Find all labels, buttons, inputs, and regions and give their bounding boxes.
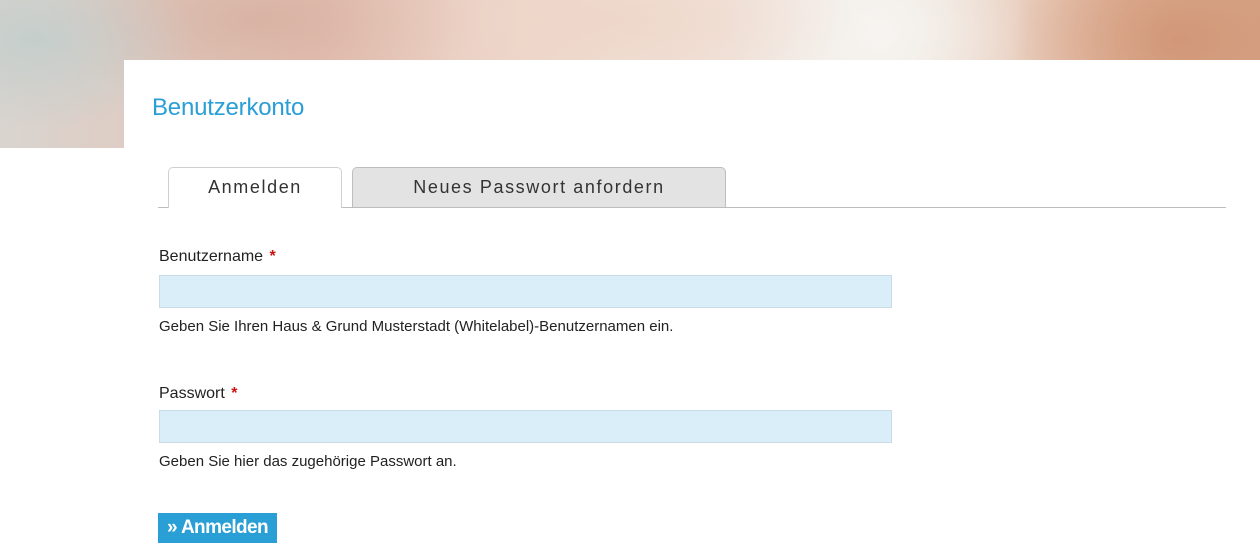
username-help-text: Geben Sie Ihren Haus & Grund Musterstadt… — [159, 318, 674, 335]
username-input[interactable] — [159, 275, 892, 308]
password-required-marker: * — [231, 385, 238, 402]
page-title: Benutzerkonto — [152, 94, 305, 121]
page: Benutzerkonto Anmelden Neues Passwort an… — [0, 0, 1260, 543]
tab-anmelden[interactable]: Anmelden — [168, 167, 342, 208]
password-input[interactable] — [159, 410, 892, 443]
password-label: Passwort * — [159, 385, 237, 403]
password-help-text: Geben Sie hier das zugehörige Passwort a… — [159, 453, 457, 470]
login-submit-button[interactable]: » Anmelden — [158, 513, 277, 543]
username-label: Benutzername * — [159, 248, 276, 266]
tab-bar: Anmelden Neues Passwort anfordern — [158, 165, 1226, 208]
username-label-text: Benutzername — [159, 248, 264, 265]
tab-neues-passwort-anfordern[interactable]: Neues Passwort anfordern — [352, 167, 726, 207]
username-required-marker: * — [269, 248, 276, 265]
content-card: Benutzerkonto Anmelden Neues Passwort an… — [124, 60, 1260, 543]
password-label-text: Passwort — [159, 385, 225, 402]
